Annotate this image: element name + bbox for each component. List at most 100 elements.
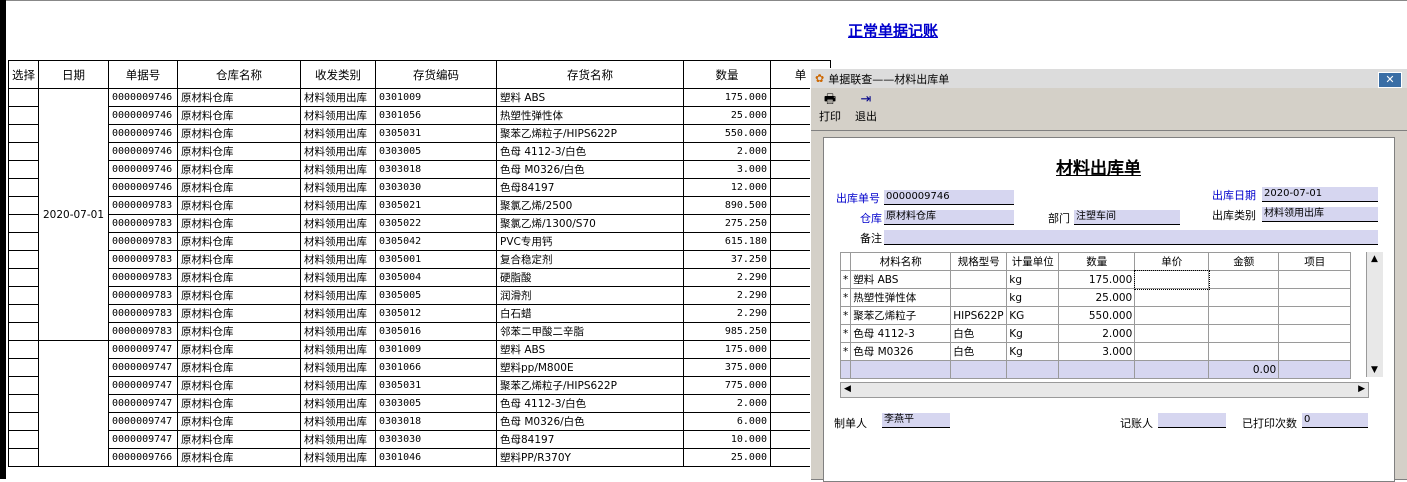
grid-row[interactable]: * 聚苯乙烯粒子 HIPS622P KG 550.000 xyxy=(839,306,1352,325)
grid-col-qty[interactable]: 数量 xyxy=(1058,252,1136,271)
select-cell[interactable] xyxy=(8,286,39,305)
select-cell[interactable] xyxy=(8,214,39,233)
grid-col-price[interactable]: 单价 xyxy=(1134,252,1210,271)
grid-vertical-scrollbar[interactable]: ▲ ▼ xyxy=(1366,252,1383,377)
bookkeeper-field[interactable] xyxy=(1158,413,1226,428)
doc-no-cell: 0000009746 xyxy=(108,142,178,161)
select-cell[interactable] xyxy=(8,88,39,107)
table-row[interactable]: 0000009746 原材料仓库 材料领用出库 0305031 聚苯乙烯粒子/HIPS6… xyxy=(8,124,831,143)
print-count-field[interactable]: 0 xyxy=(1302,413,1368,428)
grid-price-cell[interactable] xyxy=(1133,269,1210,290)
select-cell[interactable] xyxy=(8,322,39,341)
grid-col-spec[interactable]: 规格型号 xyxy=(950,252,1008,271)
scroll-right-icon[interactable]: ▶ xyxy=(1358,384,1365,394)
exit-button[interactable]: ⇥ 退出 xyxy=(851,92,881,130)
col-type[interactable]: 收发类别 xyxy=(300,60,376,89)
category-label: 出库类别 xyxy=(1212,209,1256,222)
grid-row[interactable]: * 塑料 ABS kg 175.000 xyxy=(839,269,1352,290)
col-date[interactable]: 日期 xyxy=(38,60,109,89)
select-cell[interactable] xyxy=(8,358,39,377)
dept-field[interactable]: 注塑车间 xyxy=(1074,210,1180,225)
col-warehouse[interactable]: 仓库名称 xyxy=(177,60,301,89)
select-cell[interactable] xyxy=(8,412,39,431)
table-row[interactable]: 0000009747 原材料仓库 材料领用出库 0303030 色母84197 10.00… xyxy=(8,430,831,449)
grid-price-cell[interactable] xyxy=(1134,306,1210,325)
select-cell[interactable] xyxy=(8,340,39,359)
date-field[interactable]: 2020-07-01 xyxy=(1262,187,1378,202)
table-row[interactable]: 0000009746 原材料仓库 材料领用出库 0303018 色母 M0326/白色 3… xyxy=(8,160,831,179)
col-select[interactable]: 选择 xyxy=(8,60,39,89)
code-cell: 0305042 xyxy=(375,232,497,251)
doc-no-field[interactable]: 0000009746 xyxy=(884,190,1014,205)
top-border xyxy=(6,0,1407,1)
select-cell[interactable] xyxy=(8,394,39,413)
dept-label: 部门 xyxy=(1048,212,1070,225)
grid-row[interactable]: * 热塑性弹性体 kg 25.000 xyxy=(839,288,1352,307)
select-cell[interactable] xyxy=(8,178,39,197)
grid-horizontal-scrollbar[interactable]: ◀ ▶ xyxy=(840,382,1369,398)
table-row[interactable]: 0000009747 原材料仓库 材料领用出库 0301066 塑料pp/M800E 37… xyxy=(8,358,831,377)
date-cell xyxy=(38,340,109,467)
col-qty[interactable]: 数量 xyxy=(683,60,771,89)
table-row[interactable]: 0000009747 原材料仓库 材料领用出库 0303005 色母 4112-3/白色… xyxy=(8,394,831,413)
col-name[interactable]: 存货名称 xyxy=(496,60,684,89)
table-row[interactable]: 0000009783 原材料仓库 材料领用出库 0305016 邻苯二甲酸二辛脂 985.… xyxy=(8,322,831,341)
select-cell[interactable] xyxy=(8,232,39,251)
grid-price-cell[interactable] xyxy=(1134,342,1210,361)
grid-price-cell[interactable] xyxy=(1134,288,1210,307)
table-row[interactable]: 0000009783 原材料仓库 材料领用出库 0305012 白石蜡 2.290 xyxy=(8,304,831,323)
warehouse-field[interactable]: 原材料仓库 xyxy=(884,210,1014,225)
category-field[interactable]: 材料领用出库 xyxy=(1262,207,1378,222)
grid-row[interactable]: * 色母 4112-3 白色 Kg 2.000 xyxy=(839,324,1352,343)
scroll-down-icon[interactable]: ▼ xyxy=(1371,365,1378,375)
grid-amount-cell xyxy=(1208,306,1280,325)
warehouse-cell: 原材料仓库 xyxy=(177,196,301,215)
select-cell[interactable] xyxy=(8,448,39,467)
row-mark-cell: * xyxy=(839,270,852,289)
doc-no-cell: 0000009747 xyxy=(108,340,178,359)
table-row[interactable]: 0000009783 原材料仓库 材料领用出库 0305001 复合稳定剂 37.250 xyxy=(8,250,831,269)
table-row[interactable]: 0000009783 原材料仓库 材料领用出库 0305022 聚氯乙烯/1300/S7… xyxy=(8,214,831,233)
remark-field[interactable] xyxy=(884,230,1378,245)
table-row[interactable]: 0000009746 原材料仓库 材料领用出库 0301056 热塑性弹性体 25.000 xyxy=(8,106,831,125)
table-row[interactable]: 0000009747 原材料仓库 材料领用出库 0303018 色母 M0326/白色 6… xyxy=(8,412,831,431)
select-cell[interactable] xyxy=(8,250,39,269)
select-cell[interactable] xyxy=(8,376,39,395)
scroll-left-icon[interactable]: ◀ xyxy=(844,384,851,394)
warehouse-cell: 原材料仓库 xyxy=(177,88,301,107)
table-row[interactable]: 0000009746 原材料仓库 材料领用出库 0303030 色母84197 12.00… xyxy=(8,178,831,197)
col-doc-no[interactable]: 单据号 xyxy=(108,60,178,89)
table-row[interactable]: 0000009747 原材料仓库 材料领用出库 0301009 塑料 ABS 175.00… xyxy=(8,340,831,467)
type-cell: 材料领用出库 xyxy=(300,142,376,161)
table-row[interactable]: 2020-07-01 0000009746 原材料仓库 材料领用出库 0301009 塑料… xyxy=(8,88,831,341)
table-row[interactable]: 0000009766 原材料仓库 材料领用出库 0301046 塑料PP/R370Y 25… xyxy=(8,448,831,467)
select-cell[interactable] xyxy=(8,106,39,125)
grid-col-unit[interactable]: 计量单位 xyxy=(1006,252,1060,271)
grid-col-project[interactable]: 项目 xyxy=(1278,252,1352,271)
select-cell[interactable] xyxy=(8,430,39,449)
close-button[interactable]: ✕ xyxy=(1378,72,1402,88)
table-row[interactable]: 0000009783 原材料仓库 材料领用出库 0305004 硬脂酸 2.290 xyxy=(8,268,831,287)
qty-cell: 25.000 xyxy=(683,448,771,467)
grid-row[interactable]: * 色母 M0326 白色 Kg 3.000 xyxy=(839,342,1352,361)
print-button[interactable]: 🖶 打印 xyxy=(815,92,845,130)
table-row[interactable]: 0000009747 原材料仓库 材料领用出库 0305031 聚苯乙烯粒子/HIPS6… xyxy=(8,376,831,395)
select-cell[interactable] xyxy=(8,160,39,179)
table-row[interactable]: 0000009783 原材料仓库 材料领用出库 0305005 润滑剂 2.290 xyxy=(8,286,831,305)
select-cell[interactable] xyxy=(8,304,39,323)
select-cell[interactable] xyxy=(8,196,39,215)
grid-price-cell[interactable] xyxy=(1134,324,1210,343)
code-cell: 0305005 xyxy=(375,286,497,305)
select-cell[interactable] xyxy=(8,268,39,287)
scroll-up-icon[interactable]: ▲ xyxy=(1371,254,1378,264)
table-row[interactable]: 0000009746 原材料仓库 材料领用出库 0303005 色母 4112-3/白色… xyxy=(8,142,831,161)
select-cell[interactable] xyxy=(8,142,39,161)
grid-col-name[interactable]: 材料名称 xyxy=(850,252,952,271)
table-row[interactable]: 0000009783 原材料仓库 材料领用出库 0305021 聚氯乙烯/2500 890… xyxy=(8,196,831,215)
maker-field[interactable]: 李燕平 xyxy=(882,413,950,428)
select-cell[interactable] xyxy=(8,124,39,143)
dialog-titlebar[interactable]: ✿ 单据联查——材料出库单 xyxy=(811,69,1407,88)
col-code[interactable]: 存货编码 xyxy=(375,60,497,89)
grid-col-amount[interactable]: 金额 xyxy=(1208,252,1280,271)
table-row[interactable]: 0000009783 原材料仓库 材料领用出库 0305042 PVC专用钙 615.18… xyxy=(8,232,831,251)
